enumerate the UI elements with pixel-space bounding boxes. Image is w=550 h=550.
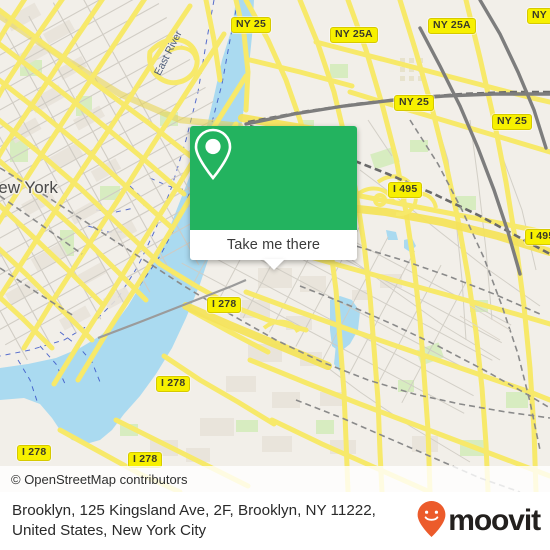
osm-attribution-bar: © OpenStreetMap contributors [0, 466, 550, 492]
road-shield: NY 25A [428, 18, 476, 34]
road-shield: I 278 [207, 297, 242, 313]
location-callout-card[interactable]: Take me there [190, 126, 357, 270]
road-shield: NY 25A [330, 27, 378, 43]
road-shield: I 278 [156, 376, 191, 392]
road-shield: NY 25 [394, 95, 434, 111]
take-me-there-button[interactable]: Take me there [190, 230, 357, 270]
moovit-logo[interactable]: moovit [416, 500, 541, 543]
road-shield: I 278 [17, 445, 52, 461]
road-shield: I 495 [525, 229, 550, 245]
moovit-pin-icon [416, 500, 447, 543]
moovit-wordmark: moovit [448, 504, 541, 537]
address-caption: Brooklyn, 125 Kingsland Ave, 2F, Brookly… [12, 502, 376, 539]
callout-tail-icon [262, 259, 285, 270]
place-label-new-york: New York [0, 178, 58, 197]
osm-attribution-text[interactable]: © OpenStreetMap contributors [11, 472, 188, 487]
road-shield: NY 25 [231, 17, 271, 33]
map-canvas[interactable]: East River New York NY 25 NY 25A NY 25A … [0, 0, 550, 492]
road-shield: NY 25 [492, 114, 532, 130]
road-shield: I 495 [388, 182, 423, 198]
take-me-there-label: Take me there [226, 237, 321, 253]
caption-bar: Brooklyn, 125 Kingsland Ave, 2F, Brookly… [0, 492, 550, 550]
road-shield: NY [527, 8, 550, 24]
moovit-map-share-card: East River New York NY 25 NY 25A NY 25A … [0, 0, 550, 550]
card-pin-area [190, 126, 357, 230]
